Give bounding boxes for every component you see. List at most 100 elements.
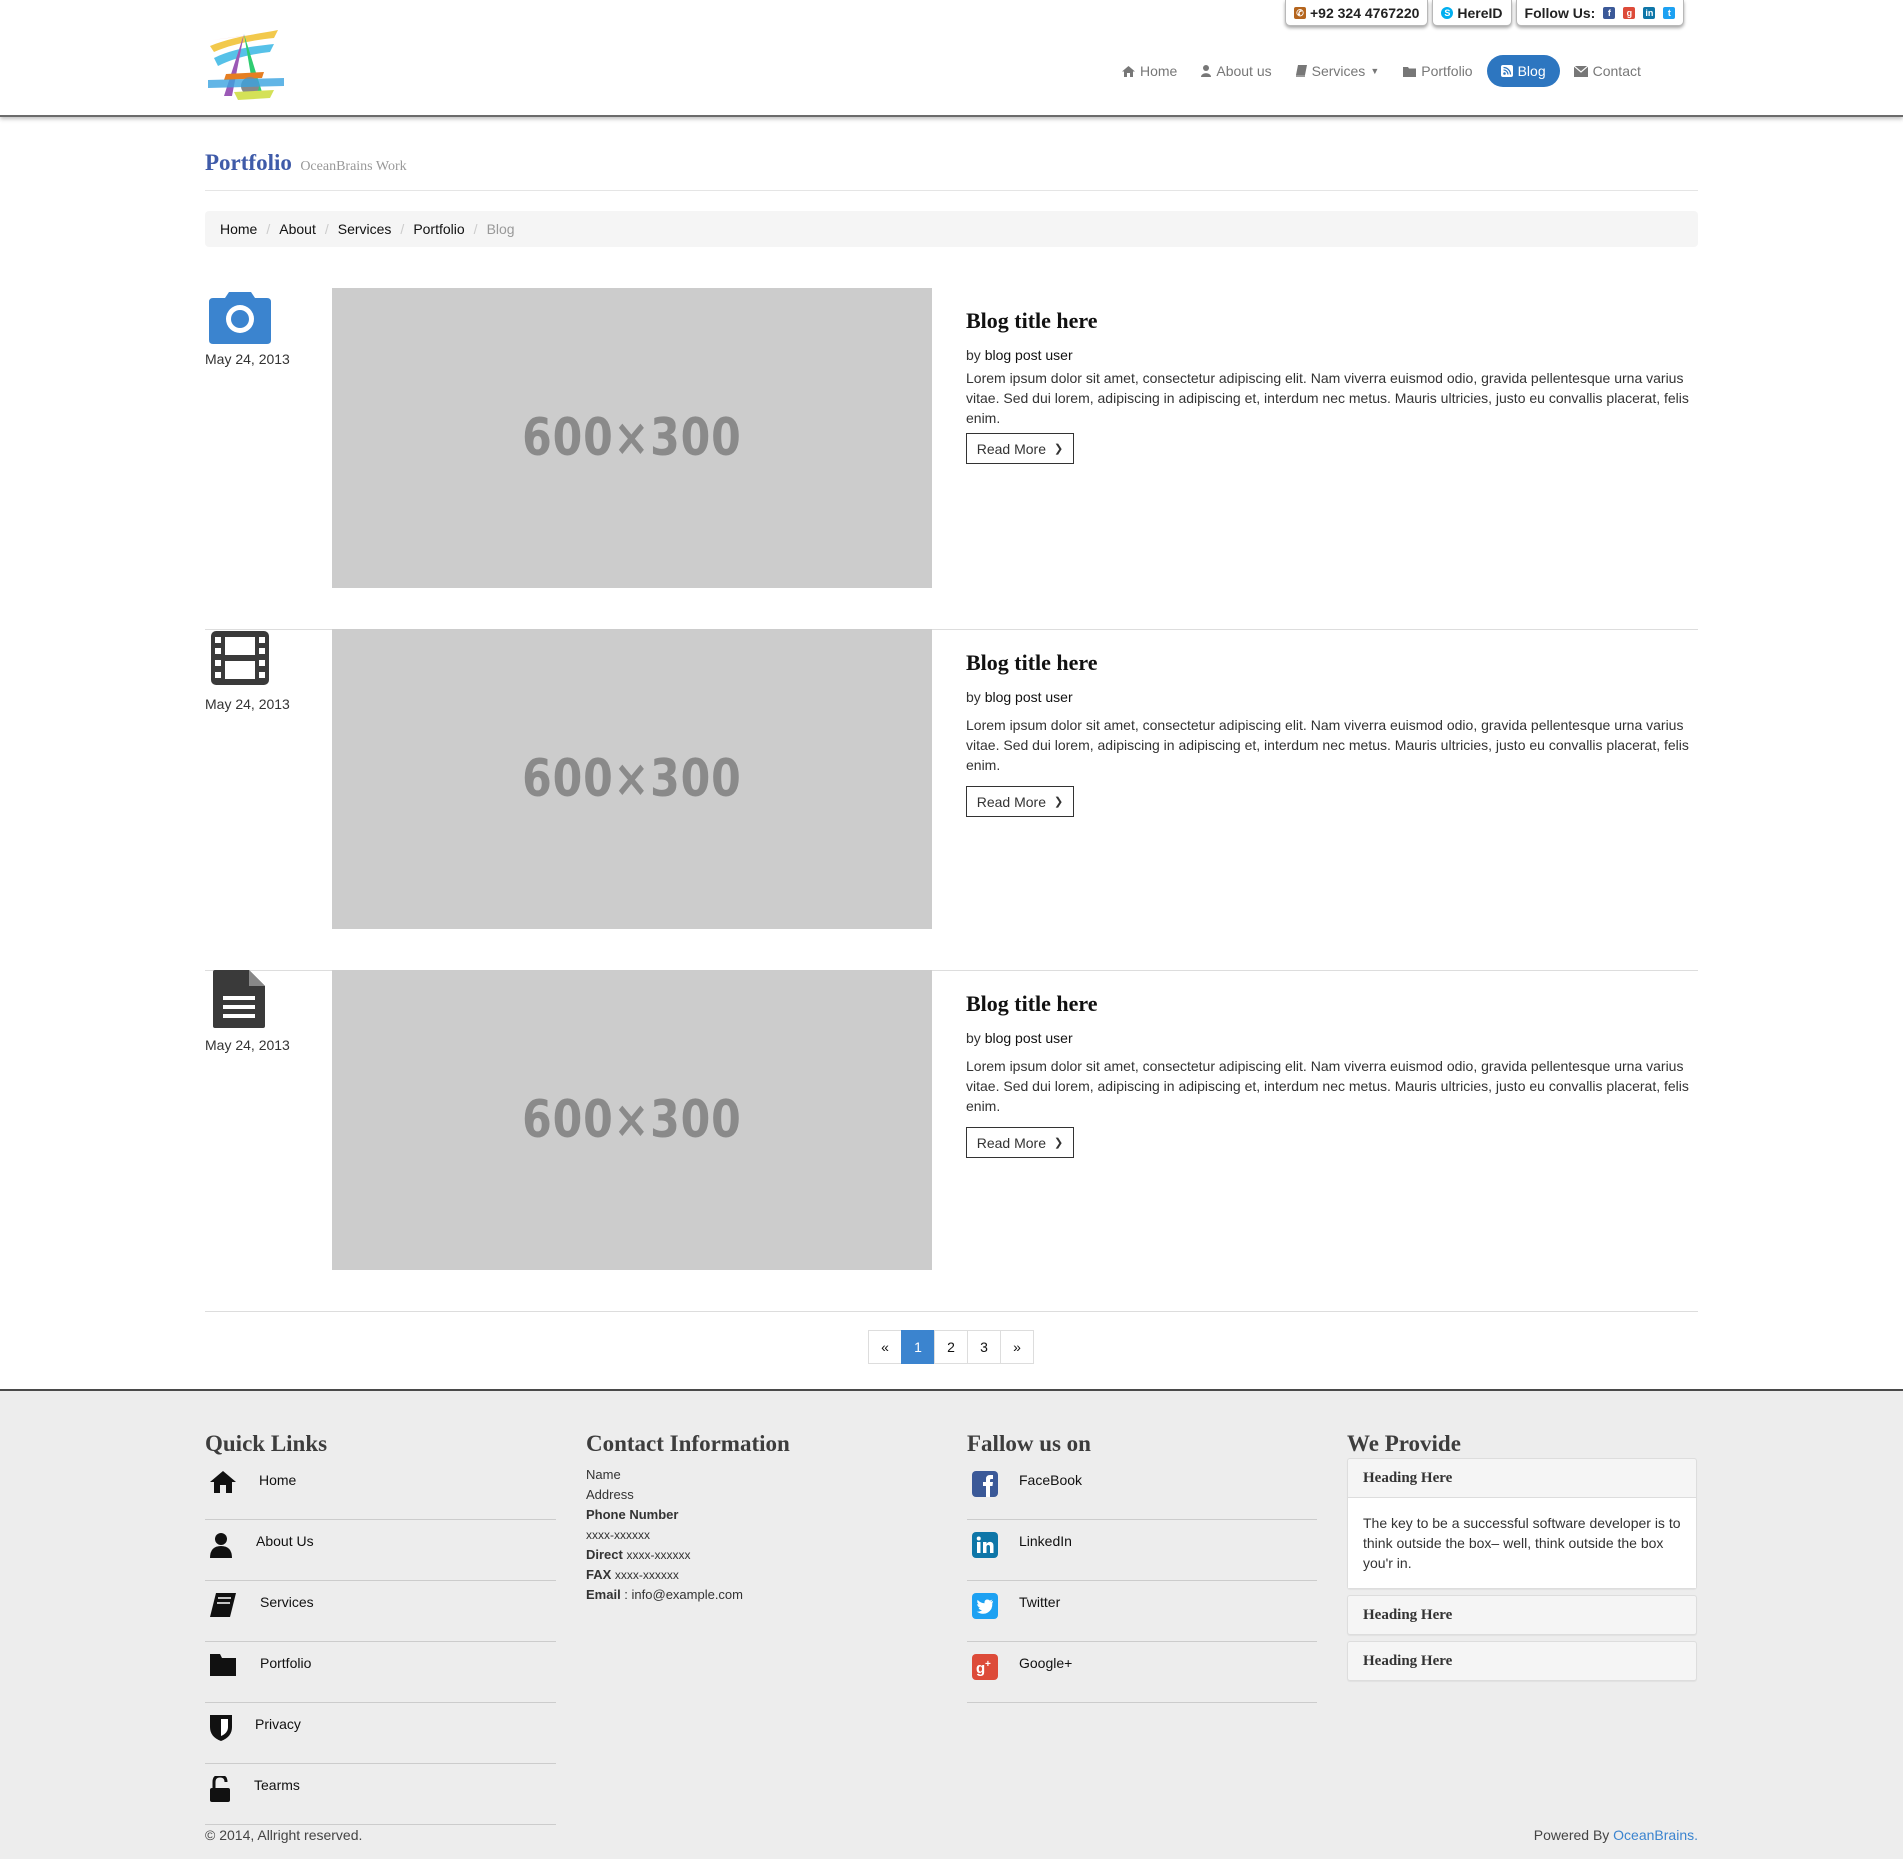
image-size-label: 600×300 — [522, 408, 742, 468]
pagination-page-3[interactable]: 3 — [967, 1330, 1001, 1364]
chevron-right-icon: ❯ — [1054, 443, 1064, 455]
post-image-placeholder[interactable]: 600×300 — [332, 970, 932, 1270]
user-icon — [210, 1533, 232, 1558]
breadcrumb-about[interactable]: About — [279, 221, 316, 237]
pagination-prev[interactable]: « — [868, 1330, 902, 1364]
pagination-next[interactable]: » — [1000, 1330, 1034, 1364]
camera-icon — [209, 292, 271, 344]
user-icon — [1201, 65, 1212, 77]
svg-text:+: + — [985, 1659, 991, 1670]
breadcrumb-portfolio[interactable]: Portfolio — [413, 221, 464, 237]
nav-blog[interactable]: Blog — [1486, 55, 1560, 87]
nav-services[interactable]: Services ▼ — [1286, 55, 1390, 87]
blog-post: May 24, 2013 600×300 Blog title here by … — [205, 970, 1698, 1312]
post-author[interactable]: blog post user — [985, 347, 1073, 363]
top-contact-bar: ✆ +92 324 4767220 S HereID Follow Us: f … — [1285, 0, 1685, 27]
we-provide-heading: We Provide — [1347, 1431, 1461, 1456]
nav-blog-label: Blog — [1517, 63, 1546, 79]
accordion-heading[interactable]: Heading Here — [1348, 1596, 1696, 1634]
post-author[interactable]: blog post user — [985, 1030, 1073, 1046]
breadcrumb-home[interactable]: Home — [220, 221, 257, 237]
site-footer: Quick Links Home About Us Services Portf… — [0, 1389, 1903, 1859]
linkedin-icon[interactable]: in — [1643, 6, 1656, 19]
quick-link-portfolio[interactable]: Portfolio — [205, 1642, 556, 1703]
quick-link-privacy[interactable]: Privacy — [205, 1703, 556, 1764]
quick-link-services[interactable]: Services — [205, 1581, 556, 1642]
copyright-text: © 2014, Allright reserved. — [205, 1827, 363, 1843]
googleplus-icon[interactable]: g — [1623, 6, 1636, 19]
social-link-facebook[interactable]: FaceBook — [967, 1459, 1317, 1520]
nav-contact[interactable]: Contact — [1564, 55, 1651, 87]
image-size-label: 600×300 — [522, 1090, 742, 1150]
nav-contact-label: Contact — [1592, 63, 1641, 79]
nav-about[interactable]: About us — [1191, 55, 1281, 87]
folder-icon — [210, 1654, 236, 1676]
phone-box[interactable]: ✆ +92 324 4767220 — [1285, 0, 1429, 26]
nav-services-label: Services — [1311, 63, 1366, 79]
twitter-icon[interactable]: t — [1663, 6, 1676, 19]
powered-by: Powered By OceanBrains. — [1533, 1827, 1698, 1843]
breadcrumb-blog: Blog — [486, 221, 515, 237]
social-link-googleplus[interactable]: g + Google+ — [967, 1642, 1317, 1703]
quick-links-heading: Quick Links — [205, 1431, 328, 1456]
breadcrumb-services[interactable]: Services — [338, 221, 392, 237]
breadcrumb: Home / About / Services / Portfolio / Blog — [205, 211, 1698, 247]
direct-value: xxxx-xxxxxx — [626, 1548, 691, 1562]
chevron-right-icon: ❯ — [1054, 1137, 1064, 1149]
fax-value: xxxx-xxxxxx — [614, 1568, 679, 1582]
follow-column: Fallow us on FaceBook LinkedIn Twitter g… — [967, 1431, 1317, 1703]
pagination-page-1[interactable]: 1 — [901, 1330, 935, 1364]
page-header: Portfolio OceanBrains Work — [205, 150, 1698, 191]
follow-us-box: Follow Us: f g in t — [1515, 0, 1685, 26]
nav-portfolio[interactable]: Portfolio — [1393, 55, 1482, 87]
linkedin-icon — [972, 1532, 998, 1558]
post-excerpt: Lorem ipsum dolor sit amet, consectetur … — [966, 370, 1689, 426]
contact-name: Name — [586, 1467, 621, 1482]
facebook-icon[interactable]: f — [1603, 6, 1616, 19]
skype-box[interactable]: S HereID — [1432, 0, 1512, 26]
accordion-panel: Heading Here The key to be a successful … — [1347, 1458, 1697, 1589]
chevron-right-icon: ❯ — [1054, 796, 1064, 808]
email-value[interactable]: info@example.com — [632, 1587, 743, 1602]
chevron-down-icon: ▼ — [1370, 66, 1380, 76]
post-image-placeholder[interactable]: 600×300 — [332, 288, 932, 588]
phone-icon: ✆ — [1294, 6, 1306, 19]
accordion-panel: Heading Here — [1347, 1595, 1697, 1635]
page-subtitle: OceanBrains Work — [300, 159, 407, 174]
accordion-body: The key to be a successful software deve… — [1348, 1497, 1696, 1588]
post-excerpt: Lorem ipsum dolor sit amet, consectetur … — [966, 717, 1689, 773]
direct-label: Direct — [586, 1547, 623, 1562]
nav-home[interactable]: Home — [1112, 55, 1187, 87]
contact-address: Address — [586, 1487, 634, 1502]
social-link-twitter[interactable]: Twitter — [967, 1581, 1317, 1642]
blog-post: May 24, 2013 600×300 Blog title here by … — [205, 288, 1698, 630]
powered-by-link[interactable]: OceanBrains. — [1613, 1827, 1698, 1843]
pagination: « 1 2 3 » — [868, 1330, 1034, 1364]
post-title[interactable]: Blog title here — [966, 991, 1098, 1017]
pagination-page-2[interactable]: 2 — [934, 1330, 968, 1364]
contact-info-heading: Contact Information — [586, 1431, 790, 1456]
quick-link-home[interactable]: Home — [205, 1459, 556, 1520]
nav-home-label: Home — [1140, 63, 1178, 79]
accordion-heading[interactable]: Heading Here — [1348, 1459, 1696, 1497]
post-date: May 24, 2013 — [205, 351, 290, 367]
nav-about-label: About us — [1216, 63, 1272, 79]
quick-link-about[interactable]: About Us — [205, 1520, 556, 1581]
social-link-linkedin[interactable]: LinkedIn — [967, 1520, 1317, 1581]
twitter-icon — [972, 1593, 998, 1619]
svg-text:g: g — [976, 1660, 985, 1677]
nav-portfolio-label: Portfolio — [1421, 63, 1473, 79]
post-title[interactable]: Blog title here — [966, 650, 1098, 676]
home-icon — [1122, 65, 1135, 77]
quick-link-terms[interactable]: Tearms — [205, 1764, 556, 1825]
post-image-placeholder[interactable]: 600×300 — [332, 629, 932, 929]
read-more-button[interactable]: Read More ❯ — [966, 433, 1074, 464]
site-logo[interactable] — [204, 22, 288, 106]
accordion: Heading Here The key to be a successful … — [1347, 1458, 1697, 1687]
read-more-button[interactable]: Read More ❯ — [966, 786, 1074, 817]
main-nav: Home About us Services ▼ Portfolio Blog … — [1108, 55, 1651, 87]
accordion-heading[interactable]: Heading Here — [1348, 1642, 1696, 1680]
read-more-button[interactable]: Read More ❯ — [966, 1127, 1074, 1158]
post-title[interactable]: Blog title here — [966, 308, 1098, 334]
post-author[interactable]: blog post user — [985, 689, 1073, 705]
